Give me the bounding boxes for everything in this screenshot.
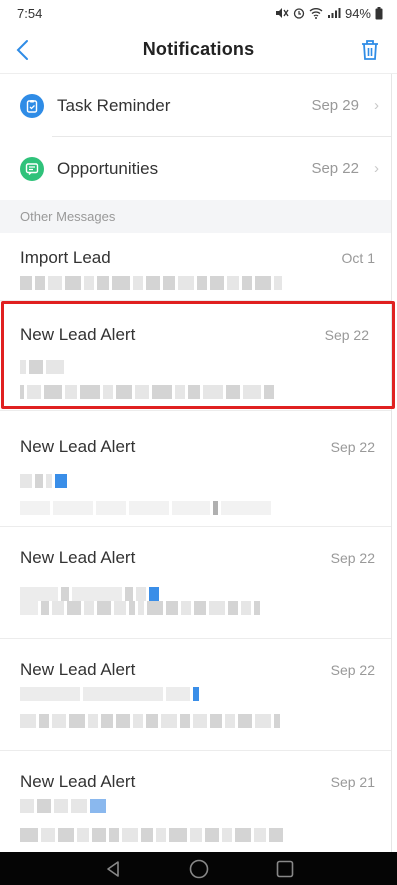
- message-date: Sep 22: [324, 327, 369, 343]
- message-item[interactable]: New Lead Alert Sep 22: [0, 301, 391, 411]
- message-date: Sep 22: [330, 439, 375, 455]
- category-date: Sep 22: [311, 160, 359, 177]
- message-item[interactable]: New Lead Alert Sep 22: [0, 527, 391, 639]
- mute-icon: [275, 8, 289, 18]
- message-item[interactable]: Import Lead Oct 1: [0, 233, 391, 301]
- category-opportunities[interactable]: Opportunities Sep 22 ›: [0, 137, 391, 200]
- status-icons: 94%: [275, 6, 383, 21]
- category-label: Opportunities: [57, 158, 159, 178]
- message-item[interactable]: New Lead Alert Sep 22: [0, 639, 391, 751]
- message-preview: [20, 360, 64, 376]
- delete-button[interactable]: [357, 36, 383, 64]
- message-preview: [20, 385, 274, 401]
- chat-icon: [20, 156, 44, 181]
- wifi-icon: [309, 8, 323, 19]
- scroll-edge: [391, 74, 397, 854]
- message-preview: [20, 714, 280, 730]
- recents-square-icon[interactable]: [275, 859, 295, 879]
- battery-percent: 94%: [344, 5, 371, 21]
- message-preview: [20, 799, 106, 815]
- chevron-right-icon: ›: [374, 97, 379, 114]
- category-task-reminder[interactable]: Task Reminder Sep 29 ›: [0, 74, 391, 137]
- system-nav-bar: [0, 852, 397, 885]
- alarm-icon: [293, 8, 305, 19]
- battery-icon: [375, 6, 383, 19]
- message-preview: [20, 828, 283, 844]
- message-date: Sep 21: [330, 774, 375, 790]
- message-preview: [20, 474, 67, 490]
- clipboard-icon: [20, 93, 44, 118]
- back-triangle-icon[interactable]: [103, 859, 123, 879]
- message-title: New Lead Alert: [20, 660, 136, 679]
- page-title: Notifications: [142, 39, 255, 59]
- back-button[interactable]: [6, 34, 38, 66]
- category-date: Sep 29: [311, 97, 359, 114]
- header-bar: Notifications: [0, 26, 397, 74]
- message-title: New Lead Alert: [20, 437, 136, 456]
- message-title: Import Lead: [20, 248, 111, 267]
- message-date: Sep 22: [330, 662, 375, 678]
- home-circle-icon[interactable]: [188, 858, 210, 880]
- message-title: New Lead Alert: [20, 548, 136, 567]
- message-item[interactable]: New Lead Alert Sep 21: [0, 751, 391, 852]
- category-label: Task Reminder: [57, 95, 171, 115]
- message-date: Oct 1: [341, 250, 375, 266]
- chevron-left-icon: [16, 40, 28, 60]
- message-preview: [20, 601, 260, 617]
- message-preview: [20, 687, 199, 703]
- section-header: Other Messages: [0, 200, 391, 233]
- message-date: Sep 22: [330, 550, 375, 566]
- signal-icon: [327, 8, 341, 18]
- status-time: 7:54: [17, 5, 43, 21]
- message-title: New Lead Alert: [20, 772, 136, 791]
- message-preview: [20, 501, 271, 517]
- message-title: New Lead Alert: [20, 325, 136, 344]
- trash-icon: [362, 40, 378, 60]
- message-preview: [20, 276, 282, 292]
- chevron-right-icon: ›: [374, 160, 379, 177]
- status-bar: 7:54 94%: [0, 0, 397, 26]
- message-item[interactable]: New Lead Alert Sep 22: [0, 411, 391, 527]
